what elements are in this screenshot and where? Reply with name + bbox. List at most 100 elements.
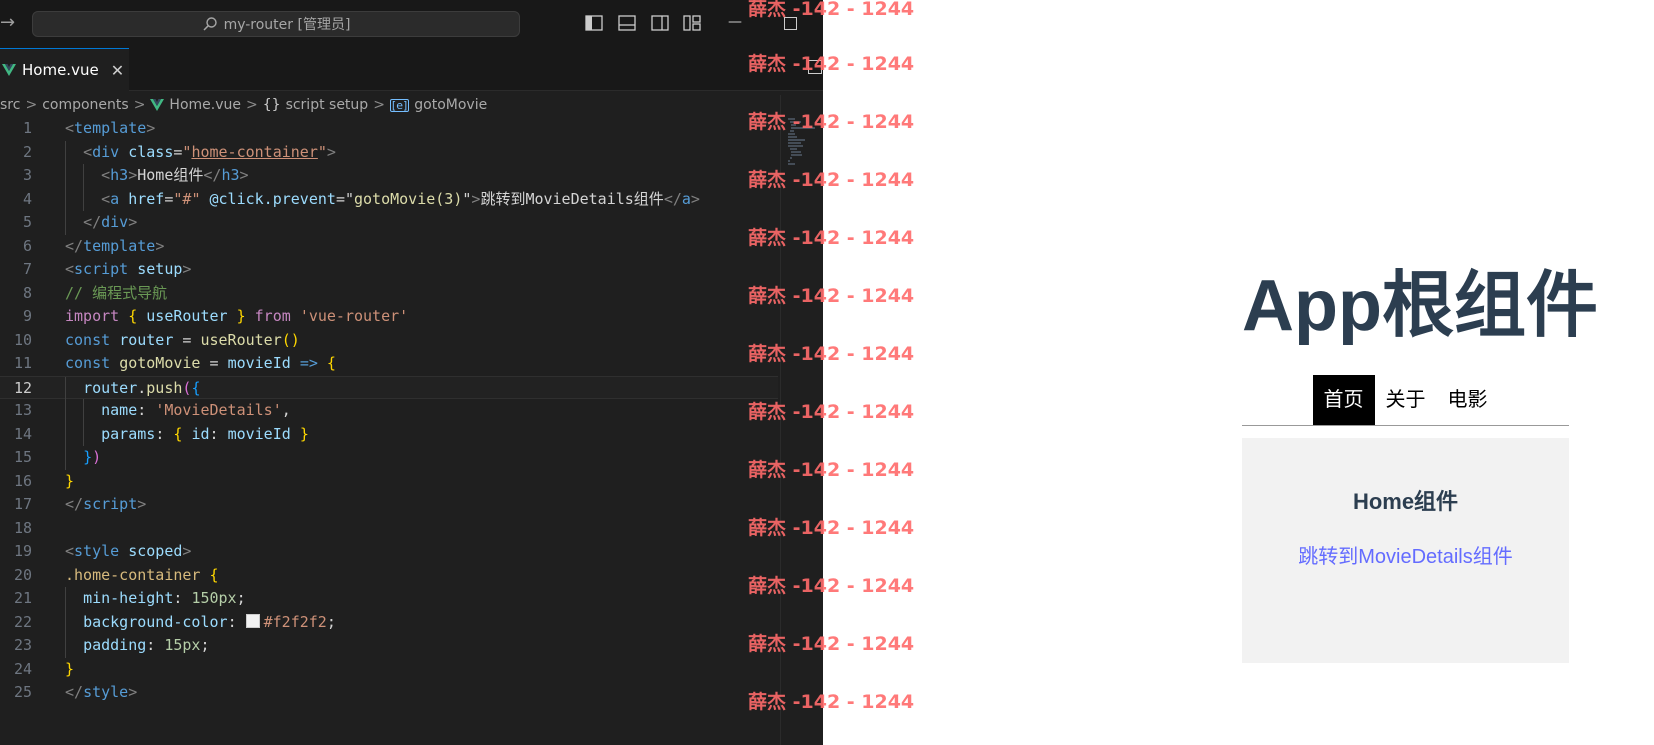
home-container: Home组件 跳转到MovieDetails组件 [1242,438,1569,663]
variable-symbol-icon: [e] [389,98,410,112]
code-line: 22 background-color: #f2f2f2; [0,610,778,634]
code-text: <h3>Home组件</h3> [101,166,249,184]
watermark-text: 薛杰 -142 - 1244 [748,459,915,481]
code-line-active: 12 router.push({ [0,375,778,400]
vue-file-icon [150,99,165,111]
line-number: 17 [13,495,32,513]
code-line: 2 <div class="home-container"> [0,140,778,164]
code-text: </script> [65,495,147,513]
goto-movie-details-link[interactable]: 跳转到MovieDetails组件 [1298,540,1512,569]
search-icon [203,17,217,31]
line-number: 11 [13,354,32,372]
line-number: 12 [13,378,32,397]
code-text: import { useRouter } from 'vue-router' [65,307,409,325]
code-line: 14 params: { id: movieId } [0,422,778,446]
watermark-text: 薛杰 -142 - 1244 [748,227,915,249]
chevron-right-icon: > [246,97,258,113]
line-number: 5 [22,213,32,231]
toggle-secondary-sidebar-icon[interactable] [651,15,669,31]
line-number: 14 [13,424,32,443]
code-text: params: { id: movieId } [101,424,309,443]
title-bar: → my-router [管理员] — [0,0,823,46]
code-line: 24} [0,658,778,682]
code-text: name: 'MovieDetails', [101,401,291,419]
code-line: 6 </template> [0,235,778,259]
code-line: 16} [0,470,778,494]
code-line: 4 <a href="#" @click.prevent="gotoMovie(… [0,187,778,211]
tab-label: Home.vue [22,61,99,79]
line-number: 4 [22,189,32,208]
code-text: <a href="#" @click.prevent="gotoMovie(3)… [101,189,700,208]
code-line: 15 }) [0,446,778,470]
watermark-text: 薛杰 -142 - 1244 [748,285,915,307]
nav-link-movie[interactable]: 电影 [1437,375,1499,425]
breadcrumb: src > components > Home.vue > {} script … [0,94,487,116]
breadcrumb-item-script-setup[interactable]: script setup [286,97,369,113]
code-text: router.push({ [83,378,201,397]
code-line: 7 <script setup> [0,258,778,282]
editor-tab-bar: Home.vue ✕ [0,46,823,91]
home-title: Home组件 [1352,489,1459,514]
code-area[interactable]: 1 <template> 2 <div class="home-container… [0,117,778,705]
watermark-text: 薛杰 -142 - 1244 [748,53,915,75]
code-line: 21 min-height: 150px; [0,587,778,611]
code-line: 9 import { useRouter } from 'vue-router' [0,305,778,329]
code-line: 1 <template> [0,117,778,141]
code-text: } [65,659,75,678]
line-number: 16 [13,471,32,490]
close-tab-icon[interactable]: ✕ [111,61,124,80]
code-line: 13 name: 'MovieDetails', [0,399,778,423]
vue-file-icon [2,64,16,76]
toggle-panel-icon[interactable] [618,15,636,31]
line-number: 8 [22,283,32,302]
watermark-text: 薛杰 -142 - 1244 [748,169,915,191]
breadcrumb-item-file[interactable]: Home.vue [169,97,241,113]
breadcrumb-item-symbol[interactable]: gotoMovie [414,97,487,113]
watermark-text: 薛杰 -142 - 1244 [748,691,915,713]
watermark-text: 薛杰 -142 - 1244 [748,343,915,365]
line-number: 1 [22,119,32,137]
code-text: </template> [65,236,165,255]
code-line: 25 </style> [0,681,778,705]
line-number: 18 [13,518,32,537]
code-line: 17 </script> [0,493,778,517]
watermark-text: 薛杰 -142 - 1244 [748,633,915,655]
app-title: App根组件 [1242,266,1598,346]
chevron-right-icon: > [373,97,385,113]
code-line: 3 <h3>Home组件</h3> [0,164,778,188]
line-number: 6 [22,236,32,255]
code-text: const gotoMovie = movieId => { [65,354,336,372]
toggle-primary-sidebar-icon[interactable] [585,15,603,31]
code-line: 18 [0,517,778,541]
line-number: 25 [13,683,32,701]
code-text: min-height: 150px; [83,589,246,607]
line-number: 21 [13,589,32,607]
tab-home-vue[interactable]: Home.vue ✕ [0,48,129,91]
line-number: 23 [13,636,32,654]
code-text: <style scoped> [65,542,192,560]
chevron-right-icon: > [133,97,146,113]
code-text: background-color: #f2f2f2; [83,612,336,631]
braces-icon: {} [262,97,281,113]
nav-link-home[interactable]: 首页 [1312,375,1375,425]
code-editor: → my-router [管理员] — Home.vue ✕ src > com… [0,0,823,745]
line-number: 9 [22,307,32,325]
code-line: 19 <style scoped> [0,540,778,564]
line-number: 7 [22,260,32,278]
line-number: 20 [13,565,32,584]
breadcrumb-item-src[interactable]: src [0,97,20,113]
back-arrow-icon[interactable]: → [0,12,15,33]
breadcrumb-item-components[interactable]: components [42,97,129,113]
customize-layout-icon[interactable] [683,15,701,31]
line-number: 24 [13,659,32,678]
code-line: 5 </div> [0,211,778,235]
code-text: <template> [65,119,156,137]
code-text: padding: 15px; [83,636,210,654]
code-line: 10 const router = useRouter() [0,329,778,353]
nav-bar: 首页 关于 电影 [1242,375,1569,426]
nav-link-about[interactable]: 关于 [1375,375,1437,425]
minimize-window-icon[interactable]: — [728,14,742,30]
color-swatch[interactable] [245,613,260,628]
command-center-search[interactable]: my-router [管理员] [32,11,520,37]
code-text: <div class="home-container"> [83,142,336,161]
